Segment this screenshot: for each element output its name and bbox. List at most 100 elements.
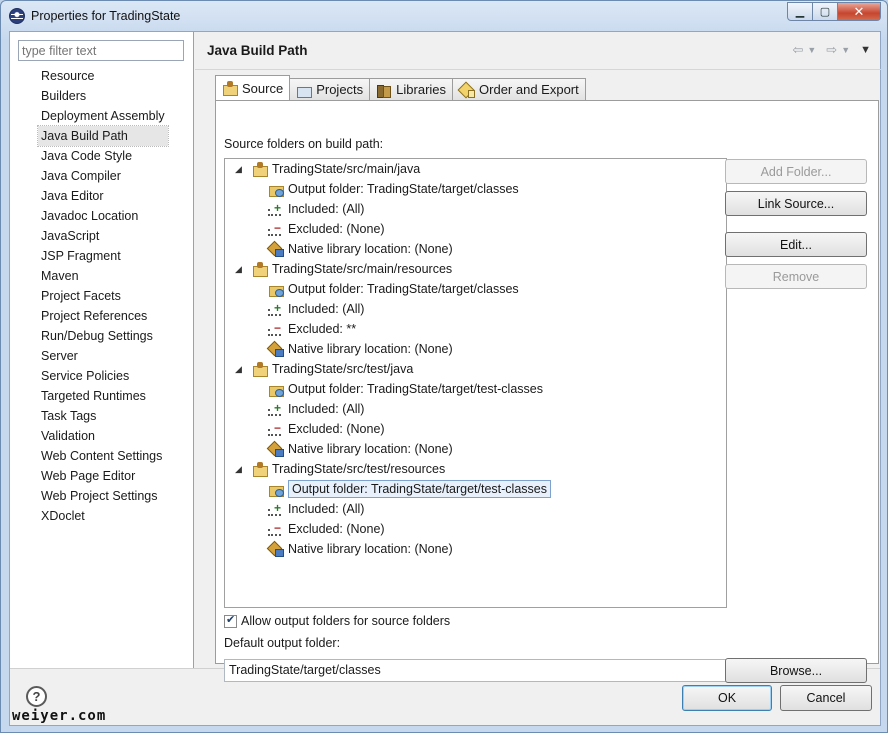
close-button[interactable]: ✕ <box>838 2 881 21</box>
back-arrow-icon[interactable]: ⇦ <box>792 42 803 58</box>
output-folder-icon <box>268 282 284 297</box>
nav-item-javascript[interactable]: JavaScript <box>38 226 168 246</box>
window-controls: ▁ ▢ ✕ <box>787 2 881 21</box>
title-bar[interactable]: Properties for TradingState ▁ ▢ ✕ <box>1 1 887 31</box>
nav-item-task-tags[interactable]: Task Tags <box>38 406 168 426</box>
nav-item-resource[interactable]: Resource <box>38 66 168 86</box>
tree-item-excluded[interactable]: Excluded: ** <box>268 318 357 339</box>
tree-item-label: TradingState/src/main/java <box>272 162 421 176</box>
tree-item-label: Excluded: ** <box>288 322 357 336</box>
tree-item-native-library[interactable]: Native library location: (None) <box>268 439 453 459</box>
browse-button[interactable]: Browse... <box>725 658 867 683</box>
help-icon[interactable]: ? <box>26 686 47 707</box>
tree-item-label: Included: (All) <box>288 402 365 416</box>
nav-item-javadoc-location[interactable]: Javadoc Location <box>38 206 168 226</box>
tree-item-native-library[interactable]: Native library location: (None) <box>268 539 453 559</box>
back-dropdown-icon[interactable]: ▼ <box>807 45 816 55</box>
nav-item-validation[interactable]: Validation <box>38 426 168 446</box>
property-nav-pane: Resource Builders Deployment Assembly Ja… <box>10 32 194 668</box>
nav-item-service-policies[interactable]: Service Policies <box>38 366 168 386</box>
tree-item-included[interactable]: Included: (All) <box>268 498 364 519</box>
minimize-button[interactable]: ▁ <box>787 2 813 21</box>
allow-output-folders-checkbox[interactable] <box>224 613 237 628</box>
tree-item-excluded[interactable]: Excluded: (None) <box>268 518 385 539</box>
source-folder-icon <box>222 81 238 96</box>
tab-libraries[interactable]: Libraries <box>369 78 454 100</box>
tree-item-output[interactable]: Output folder: TradingState/target/class… <box>268 179 519 199</box>
expand-triangle-icon[interactable]: ◢ <box>235 159 247 179</box>
nav-item-builders[interactable]: Builders <box>38 86 168 106</box>
tree-item-included[interactable]: Included: (All) <box>268 198 364 219</box>
link-source-button[interactable]: Link Source... <box>725 191 867 216</box>
output-folder-icon <box>268 482 284 497</box>
nav-item-targeted-runtimes[interactable]: Targeted Runtimes <box>38 386 168 406</box>
maximize-button[interactable]: ▢ <box>813 2 838 21</box>
native-library-icon <box>268 242 284 257</box>
forward-arrow-icon[interactable]: ⇨ <box>826 42 837 58</box>
tree-item-output[interactable]: Output folder: TradingState/target/class… <box>268 279 519 299</box>
nav-item-project-facets[interactable]: Project Facets <box>38 286 168 306</box>
ok-button[interactable]: OK <box>682 685 772 711</box>
add-folder-button[interactable]: Add Folder... <box>725 159 867 184</box>
tree-item-native-library[interactable]: Native library location: (None) <box>268 239 453 259</box>
view-menu-icon[interactable]: ▼ <box>860 44 871 56</box>
cancel-button[interactable]: Cancel <box>780 685 872 711</box>
nav-item-jsp-fragment[interactable]: JSP Fragment <box>38 246 168 266</box>
nav-item-server[interactable]: Server <box>38 346 168 366</box>
source-folder-icon <box>252 262 268 277</box>
tree-item-src-test-java[interactable]: ◢ TradingState/src/test/java <box>235 359 413 379</box>
tree-item-label: TradingState/src/test/resources <box>272 462 446 476</box>
tree-item-included[interactable]: Included: (All) <box>268 298 364 319</box>
tab-source[interactable]: Source <box>215 75 291 100</box>
page-title: Java Build Path <box>207 43 308 58</box>
libraries-icon <box>376 83 392 98</box>
remove-button[interactable]: Remove <box>725 264 867 289</box>
filter-input[interactable] <box>18 40 184 61</box>
source-folders-label: Source folders on build path: <box>224 137 384 151</box>
tree-item-excluded[interactable]: Excluded: (None) <box>268 218 385 239</box>
tab-order-label: Order and Export <box>479 82 579 97</box>
source-folder-tree[interactable]: ◢ TradingState/src/main/java Output fold… <box>224 158 727 608</box>
tree-item-src-main-resources[interactable]: ◢ TradingState/src/main/resources <box>235 259 452 279</box>
property-page: Java Build Path ⇦ ▼ ⇨ ▼ ▼ Source Project… <box>195 32 881 683</box>
nav-item-java-compiler[interactable]: Java Compiler <box>38 166 168 186</box>
tree-item-native-library[interactable]: Native library location: (None) <box>268 339 453 359</box>
nav-item-project-references[interactable]: Project References <box>38 306 168 326</box>
expand-triangle-icon[interactable]: ◢ <box>235 259 247 279</box>
forward-dropdown-icon[interactable]: ▼ <box>841 45 850 55</box>
nav-item-web-content-settings[interactable]: Web Content Settings <box>38 446 168 466</box>
window-title: Properties for TradingState <box>31 9 181 23</box>
edit-button[interactable]: Edit... <box>725 232 867 257</box>
tree-item-output[interactable]: Output folder: TradingState/target/test-… <box>268 379 543 399</box>
nav-item-web-project-settings[interactable]: Web Project Settings <box>38 486 168 506</box>
tab-order-and-export[interactable]: Order and Export <box>452 78 586 100</box>
inclusion-filter-icon <box>268 498 283 518</box>
nav-item-java-editor[interactable]: Java Editor <box>38 186 168 206</box>
source-tab-panel: Source folders on build path: ◢ TradingS… <box>215 100 879 683</box>
nav-item-java-code-style[interactable]: Java Code Style <box>38 146 168 166</box>
inclusion-filter-icon <box>268 398 283 418</box>
nav-item-web-page-editor[interactable]: Web Page Editor <box>38 466 168 486</box>
nav-item-deployment-assembly[interactable]: Deployment Assembly <box>38 106 168 126</box>
order-export-icon <box>459 83 476 98</box>
tree-item-output-selected[interactable]: Output folder: TradingState/target/test-… <box>268 479 551 499</box>
tab-source-label: Source <box>242 80 284 96</box>
nav-item-xdoclet[interactable]: XDoclet <box>38 506 168 526</box>
default-output-field[interactable]: TradingState/target/classes <box>224 659 727 682</box>
tree-item-label: Excluded: (None) <box>288 222 385 236</box>
nav-item-run-debug-settings[interactable]: Run/Debug Settings <box>38 326 168 346</box>
allow-output-folders-row[interactable]: Allow output folders for source folders <box>224 613 450 628</box>
tab-projects[interactable]: Projects <box>289 78 371 100</box>
tree-item-src-main-java[interactable]: ◢ TradingState/src/main/java <box>235 159 420 179</box>
expand-triangle-icon[interactable]: ◢ <box>235 359 247 379</box>
expand-triangle-icon[interactable]: ◢ <box>235 459 247 479</box>
tree-item-src-test-resources[interactable]: ◢ TradingState/src/test/resources <box>235 459 445 479</box>
tree-item-label: Excluded: (None) <box>288 422 385 436</box>
tree-item-excluded[interactable]: Excluded: (None) <box>268 418 385 439</box>
inclusion-filter-icon <box>268 298 283 318</box>
nav-item-maven[interactable]: Maven <box>38 266 168 286</box>
tree-item-included[interactable]: Included: (All) <box>268 398 365 419</box>
build-path-tabs: Source Projects Libraries Order and Expo… <box>215 75 586 100</box>
nav-item-java-build-path[interactable]: Java Build Path <box>37 125 169 147</box>
exclusion-filter-icon <box>268 218 283 238</box>
